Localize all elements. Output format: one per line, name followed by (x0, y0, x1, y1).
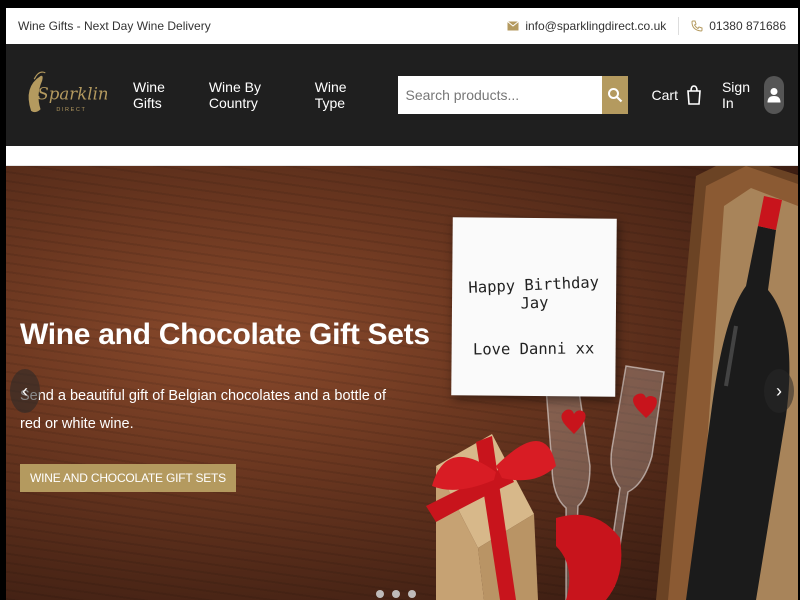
nav-link-wine-type[interactable]: Wine Type (315, 79, 364, 111)
nav-link-wine-by-country[interactable]: Wine By Country (209, 79, 287, 111)
email-link[interactable]: info@sparklingdirect.co.uk (525, 19, 666, 33)
hero-description: Send a beautiful gift of Belgian chocola… (20, 388, 386, 432)
user-avatar (763, 76, 784, 114)
search-input[interactable] (397, 76, 602, 114)
slider-dot-1[interactable] (376, 590, 384, 598)
logo-subtext: DIRECT (56, 107, 86, 113)
shopping-bag-icon (687, 85, 701, 105)
greeting-card: Happy Birthday Jay Love Danni xx (451, 217, 617, 397)
search-button[interactable] (601, 76, 628, 114)
slider-dot-2[interactable] (392, 590, 400, 598)
envelope-icon (507, 21, 520, 31)
phone-icon (691, 20, 703, 32)
top-info-bar: Wine Gifts - Next Day Wine Delivery info… (6, 8, 798, 44)
slider-prev-button[interactable]: ‹ (10, 369, 40, 413)
slider-dot-3[interactable] (408, 590, 416, 598)
card-message-line-2: Love Danni xx (472, 339, 595, 359)
sparkling-direct-logo[interactable]: Sparkling DIRECT (20, 55, 107, 135)
email-contact[interactable]: info@sparklingdirect.co.uk (507, 19, 666, 33)
main-navbar: Sparkling DIRECT Wine Gifts Wine By Coun… (6, 44, 798, 146)
phone-contact[interactable]: 01380 871686 (691, 19, 786, 33)
wine-chocolate-gift-sets-button[interactable]: WINE AND CHOCOLATE GIFT SETS (20, 464, 236, 492)
logo-wordmark: Sparkling (37, 85, 107, 104)
search-icon (607, 88, 622, 103)
search-form (397, 76, 628, 114)
nav-link-wine-gifts[interactable]: Wine Gifts (133, 79, 181, 111)
hero-slider: Happy Birthday Jay Love Danni xx Wine an… (6, 166, 798, 600)
slider-next-button[interactable]: › (764, 369, 794, 413)
sign-in-button[interactable]: Sign In (722, 76, 784, 114)
phone-number[interactable]: 01380 871686 (709, 19, 786, 33)
sign-in-label: Sign In (721, 79, 750, 111)
nav-spacer-bar (6, 146, 798, 166)
tagline: Wine Gifts - Next Day Wine Delivery (18, 19, 211, 33)
cart-button[interactable]: Cart (652, 85, 702, 105)
cart-label: Cart (651, 87, 678, 103)
contact-divider (678, 17, 680, 35)
browser-viewport: Wine Gifts - Next Day Wine Delivery info… (6, 8, 798, 600)
hero-title: Wine and Chocolate Gift Sets (20, 318, 430, 351)
card-message-line-1: Happy Birthday Jay (468, 273, 600, 313)
slider-pagination (376, 590, 416, 598)
user-icon (767, 88, 781, 103)
primary-nav: Wine Gifts Wine By Country Wine Type (133, 79, 364, 111)
